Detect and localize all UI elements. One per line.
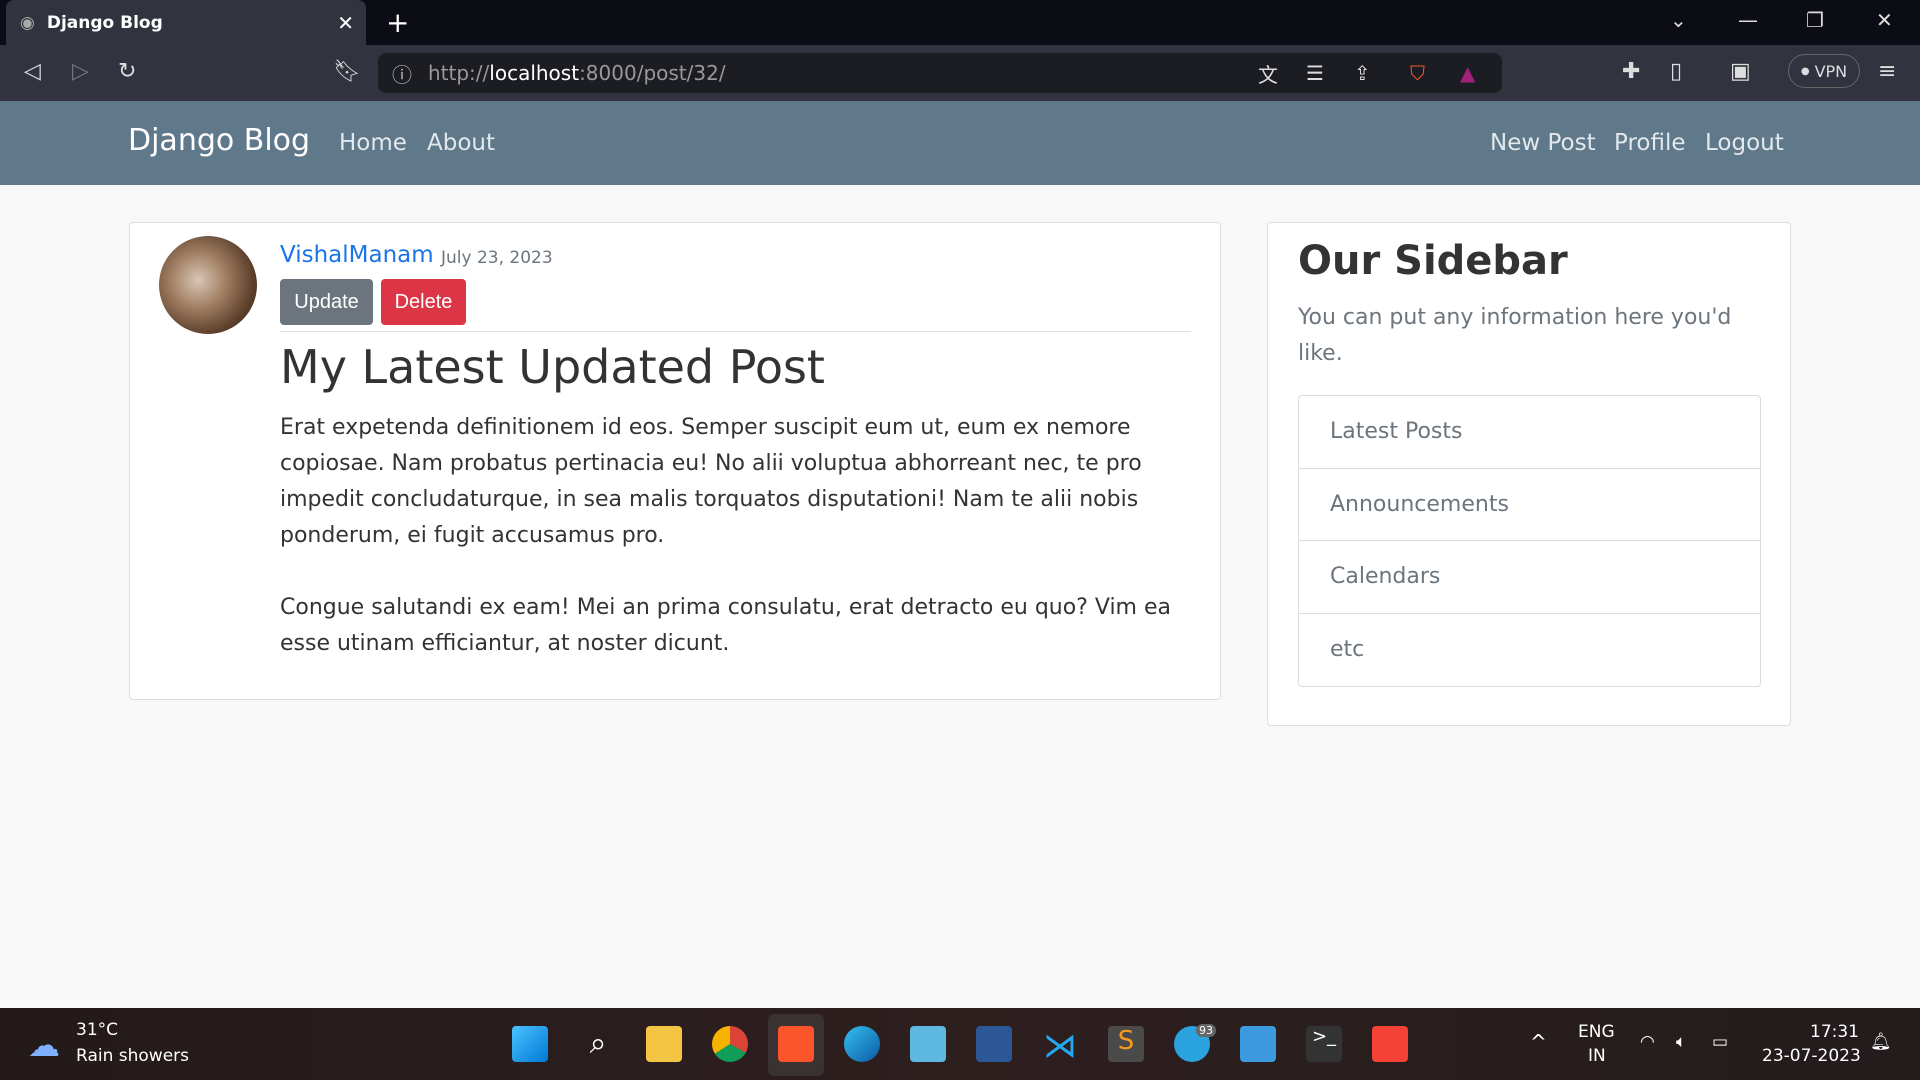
vscode-icon[interactable]: ⋊: [1042, 1026, 1078, 1066]
minimize-icon[interactable]: —: [1738, 8, 1758, 32]
tab-search-icon[interactable]: ⌄: [1670, 8, 1687, 32]
share-icon[interactable]: ⇪: [1354, 61, 1371, 85]
post-title: My Latest Updated Post: [280, 340, 825, 394]
author-link[interactable]: VishalManam: [280, 242, 434, 268]
chevron-up-icon[interactable]: ^: [1530, 1030, 1547, 1054]
sidebar-title: Our Sidebar: [1298, 238, 1568, 284]
control-panel-icon[interactable]: [1240, 1026, 1276, 1062]
nav-home[interactable]: Home: [339, 130, 407, 156]
file-explorer-icon[interactable]: [646, 1026, 682, 1062]
notification-icon[interactable]: 🔔︎: [1870, 1032, 1892, 1052]
info-icon: ⓘ: [392, 62, 412, 87]
vpn-button[interactable]: ● VPN: [1788, 54, 1860, 88]
reader-icon[interactable]: ☰: [1306, 61, 1324, 85]
notepad-icon[interactable]: [910, 1026, 946, 1062]
weather-icon[interactable]: ☁: [28, 1026, 60, 1064]
extensions-icon[interactable]: ✚: [1622, 59, 1640, 84]
sidebar-item-etc[interactable]: etc: [1299, 614, 1760, 687]
search-icon[interactable]: ⌕: [580, 1026, 616, 1062]
lang-region[interactable]: IN: [1588, 1046, 1606, 1066]
forward-icon[interactable]: ▷: [72, 59, 89, 84]
brave-icon[interactable]: [778, 1026, 814, 1062]
brave-shields-icon[interactable]: ⛉: [1410, 61, 1425, 85]
divider: [280, 331, 1191, 332]
browser-toolbar: ◁ ▷ ↻ 🔖︎ ⓘ http://localhost:8000/post/32…: [0, 45, 1920, 101]
wifi-icon[interactable]: ◠: [1640, 1032, 1655, 1052]
brave-rewards-icon[interactable]: ▲: [1460, 61, 1475, 85]
nav-profile[interactable]: Profile: [1614, 130, 1686, 156]
new-tab-button[interactable]: +: [386, 6, 409, 39]
telegram-badge: 93: [1196, 1024, 1216, 1037]
taskbar: ☁ 31°C Rain showers ⌕ ⋊ S 93 >_ ^ ENG IN…: [0, 1008, 1920, 1080]
edge-icon[interactable]: [844, 1026, 880, 1062]
close-window-icon[interactable]: ✕: [1876, 8, 1893, 32]
post-paragraph: Erat expetenda definitionem id eos. Semp…: [280, 415, 1142, 548]
avatar: [159, 236, 257, 334]
restore-icon[interactable]: ❐: [1806, 8, 1824, 32]
brand-link[interactable]: Django Blog: [128, 123, 310, 158]
post-date: July 23, 2023: [441, 248, 553, 268]
git-icon[interactable]: [1372, 1026, 1408, 1062]
weather-desc[interactable]: Rain showers: [76, 1046, 189, 1066]
menu-icon[interactable]: ≡: [1878, 59, 1896, 84]
wallet-icon[interactable]: ▣: [1730, 59, 1751, 84]
clock-date[interactable]: 23-07-2023: [1762, 1046, 1861, 1066]
sidebar-item-announcements[interactable]: Announcements: [1299, 469, 1760, 541]
volume-icon[interactable]: 🔈︎: [1676, 1032, 1686, 1052]
post-paragraph: Congue salutandi ex eam! Mei an prima co…: [280, 595, 1171, 656]
tab-bar: ◉ Django Blog ✕ + ⌄ — ❐ ✕: [0, 0, 1920, 45]
close-tab-icon[interactable]: ✕: [337, 11, 354, 35]
start-icon[interactable]: [512, 1026, 548, 1062]
nav-logout[interactable]: Logout: [1705, 130, 1784, 156]
sidebar-item-latest-posts[interactable]: Latest Posts: [1299, 396, 1760, 469]
update-button[interactable]: Update: [280, 279, 373, 325]
battery-icon[interactable]: ▭: [1712, 1032, 1728, 1052]
sidebar-item-calendars[interactable]: Calendars: [1299, 541, 1760, 614]
chrome-icon[interactable]: [712, 1026, 748, 1062]
globe-icon: ◉: [20, 12, 35, 33]
translate-icon[interactable]: 文: [1258, 59, 1278, 88]
sidebar-list: Latest Posts Announcements Calendars etc: [1298, 395, 1761, 687]
nav-about[interactable]: About: [427, 130, 495, 156]
sidebar-text: You can put any information here you'd l…: [1298, 305, 1732, 366]
address-bar[interactable]: ⓘ http://localhost:8000/post/32/ 文 ☰ ⇪ ⛉…: [378, 53, 1502, 93]
tab-title: Django Blog: [46, 12, 163, 33]
sublime-icon[interactable]: S: [1108, 1026, 1144, 1062]
sidebar-toggle-icon[interactable]: ▯: [1670, 59, 1682, 84]
clock-time[interactable]: 17:31: [1810, 1022, 1859, 1042]
back-icon[interactable]: ◁: [24, 59, 41, 84]
site-navbar: Django Blog Home About New Post Profile …: [0, 101, 1920, 185]
browser-tab[interactable]: ◉ Django Blog ✕: [6, 0, 366, 45]
reload-icon[interactable]: ↻: [118, 59, 136, 84]
delete-button[interactable]: Delete: [381, 279, 466, 325]
word-icon[interactable]: [976, 1026, 1012, 1062]
lang-code[interactable]: ENG: [1578, 1022, 1615, 1042]
nav-new-post[interactable]: New Post: [1490, 130, 1596, 156]
bookmark-icon[interactable]: 🔖︎: [333, 59, 361, 84]
terminal-icon[interactable]: >_: [1306, 1026, 1342, 1062]
weather-temp[interactable]: 31°C: [76, 1020, 118, 1040]
